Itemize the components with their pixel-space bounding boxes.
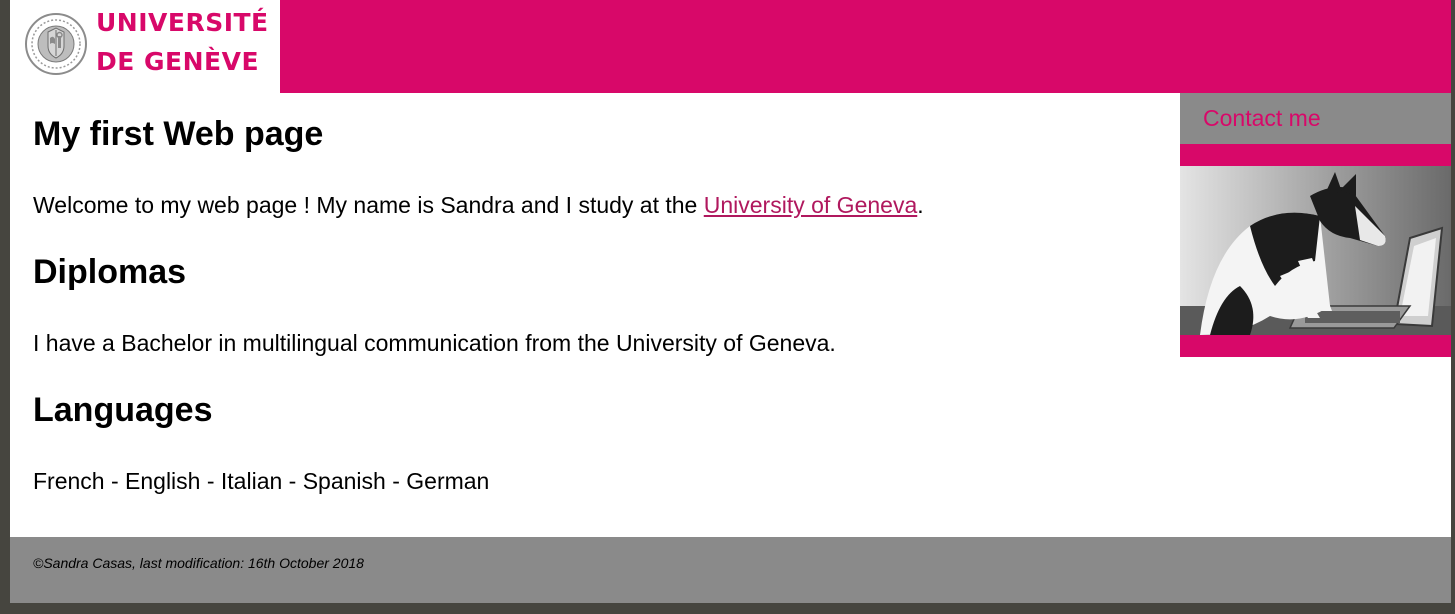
welcome-text-before: Welcome to my web page ! My name is Sand… [33, 192, 704, 218]
university-logo[interactable]: UNIVERSITÉ DE GENÈVE [10, 0, 280, 93]
welcome-text-after: . [917, 192, 924, 218]
diplomas-heading: Diplomas [33, 253, 187, 291]
sidebar: Contact me [1180, 93, 1451, 357]
diplomas-paragraph: I have a Bachelor in multilingual commun… [33, 330, 836, 356]
footer: ©Sandra Casas, last modification: 16th O… [10, 537, 1451, 603]
languages-heading: Languages [33, 391, 213, 429]
languages-paragraph: French - English - Italian - Spanish - G… [33, 468, 490, 494]
header-banner: UNIVERSITÉ DE GENÈVE [10, 0, 1451, 93]
page: UNIVERSITÉ DE GENÈVE My first Web page W… [10, 0, 1451, 603]
page-title: My first Web page [33, 115, 324, 153]
contact-me-link[interactable]: Contact me [1203, 105, 1321, 132]
welcome-paragraph: Welcome to my web page ! My name is Sand… [33, 191, 924, 219]
footer-text: ©Sandra Casas, last modification: 16th O… [33, 555, 364, 571]
dog-at-laptop-photo [1180, 166, 1451, 335]
logo-text-line-1: UNIVERSITÉ [96, 8, 269, 37]
contact-box: Contact me [1180, 93, 1451, 144]
university-link[interactable]: University of Geneva [704, 192, 917, 218]
logo-text-line-2: DE GENÈVE [96, 47, 260, 76]
university-seal-icon [25, 13, 87, 75]
